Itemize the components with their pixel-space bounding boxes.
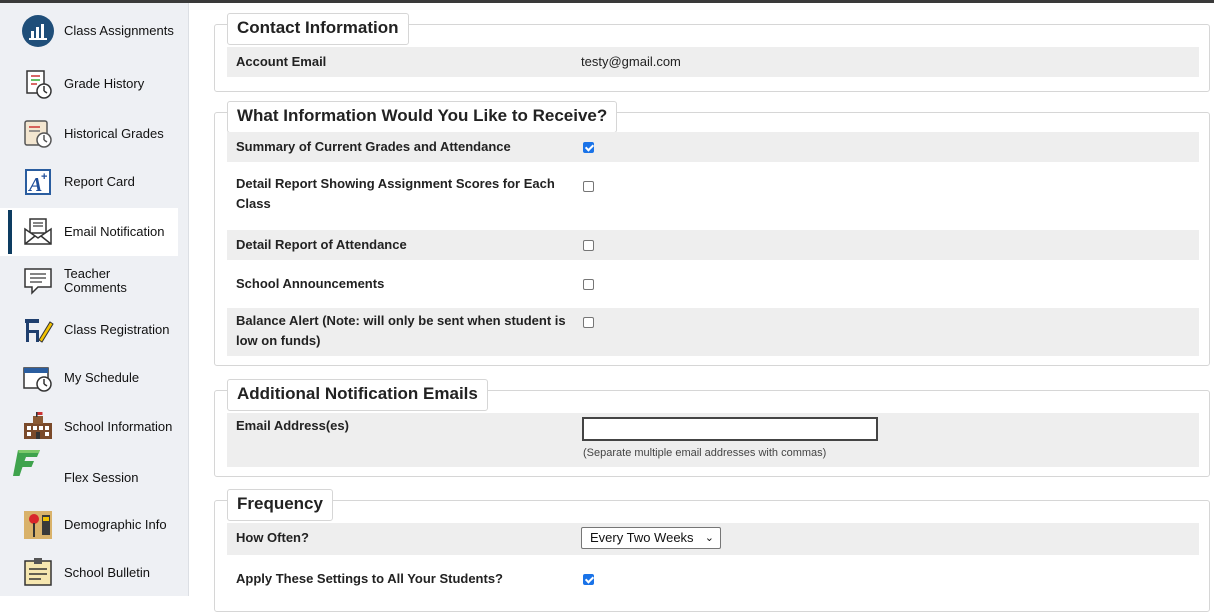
sidebar-item-label: School Bulletin (64, 565, 150, 580)
apply-all-students-checkbox[interactable] (583, 574, 594, 585)
receive-option-row: Detail Report of Attendance (227, 230, 1199, 260)
grade-history-icon (26, 70, 52, 99)
account-email-row: Account Email testy@gmail.com (227, 47, 1199, 77)
receive-option-label: Balance Alert (Note: will only be sent w… (236, 313, 566, 348)
sidebar-item-grade-history[interactable]: Grade History (0, 60, 178, 108)
receive-option-row: Detail Report Showing Assignment Scores … (227, 169, 1199, 219)
sidebar-item-label: Report Card (64, 174, 135, 189)
sidebar-item-class-assignments[interactable]: Class Assignments (0, 7, 178, 55)
sidebar-item-school-bulletin[interactable]: School Bulletin (0, 549, 178, 597)
sidebar-item-label: Email Notification (64, 224, 165, 239)
how-often-value: Every Two Weeks (590, 530, 694, 545)
sidebar-item-label: My Schedule (64, 370, 140, 385)
account-email-label: Account Email (236, 54, 327, 69)
section-title: What Information Would You Like to Recei… (227, 101, 618, 133)
receive-option-label: Detail Report of Attendance (236, 237, 407, 252)
class-assignments-icon (22, 15, 54, 47)
receive-information-section: What Information Would You Like to Recei… (214, 101, 1210, 366)
sidebar-item-teacher-comments[interactable]: Teacher Comments (0, 257, 178, 305)
email-address-label: Email Address(es) (236, 418, 349, 433)
apply-all-row: Apply These Settings to All Your Student… (227, 564, 1199, 594)
receive-option-row: Summary of Current Grades and Attendance (227, 132, 1199, 162)
report-card-icon: A + (25, 169, 51, 196)
my-schedule-icon (23, 367, 52, 392)
historical-grades-icon (24, 120, 52, 148)
sidebar-item-historical-grades[interactable]: Historical Grades (0, 110, 178, 158)
detail-attendance-checkbox[interactable] (583, 240, 594, 251)
main-content: Contact Information Account Email testy@… (214, 3, 1210, 612)
sidebar-item-demographic-info[interactable]: Demographic Info (0, 501, 178, 549)
sidebar-item-email-notification[interactable]: Email Notification (0, 208, 178, 256)
summary-grades-checkbox[interactable] (583, 142, 594, 153)
email-address-input[interactable] (582, 417, 878, 441)
contact-information-section: Contact Information Account Email testy@… (214, 13, 1210, 92)
flex-session-icon (13, 450, 40, 476)
demographic-info-icon (24, 511, 52, 539)
sidebar-item-label: Class Assignments (64, 23, 174, 38)
class-registration-icon (25, 319, 54, 343)
sidebar-item-my-schedule[interactable]: My Schedule (0, 354, 178, 402)
sidebar-item-label: Historical Grades (64, 126, 164, 141)
section-title: Contact Information (227, 13, 409, 45)
sidebar-item-label: Grade History (64, 76, 145, 91)
sidebar-item-label: Teacher Comments (64, 266, 127, 295)
teacher-comments-icon (24, 268, 52, 295)
how-often-label: How Often? (236, 530, 309, 545)
section-title: Additional Notification Emails (227, 379, 488, 411)
email-address-row: Email Address(es) (Separate multiple ema… (227, 413, 1199, 467)
receive-option-label: Detail Report Showing Assignment Scores … (236, 176, 555, 211)
sidebar-item-label: Demographic Info (64, 517, 167, 532)
sidebar-item-flex-session[interactable]: Flex Session (0, 450, 178, 502)
receive-option-row: School Announcements (227, 269, 1199, 299)
sidebar-nav: Class Assignments Grade History Historic… (0, 3, 189, 596)
email-notification-icon (24, 218, 52, 245)
email-address-hint: (Separate multiple email addresses with … (583, 447, 827, 459)
frequency-section: Frequency How Often? Every Two Weeks ⌄ A… (214, 489, 1210, 612)
school-announcements-checkbox[interactable] (583, 279, 594, 290)
receive-option-label: School Announcements (236, 276, 385, 291)
how-often-row: How Often? Every Two Weeks ⌄ (227, 523, 1199, 555)
chevron-down-icon: ⌄ (704, 532, 714, 544)
balance-alert-checkbox[interactable] (583, 317, 594, 328)
sidebar-item-label: Class Registration (64, 322, 170, 337)
receive-option-label: Summary of Current Grades and Attendance (236, 139, 511, 154)
sidebar-item-school-information[interactable]: School Information (0, 403, 178, 451)
additional-emails-section: Additional Notification Emails Email Add… (214, 379, 1210, 477)
receive-option-row: Balance Alert (Note: will only be sent w… (227, 308, 1199, 356)
svg-text:+: + (41, 171, 47, 183)
sidebar-item-report-card[interactable]: A + Report Card (0, 158, 178, 206)
sidebar-item-label: School Information (64, 419, 173, 434)
school-bulletin-icon (24, 558, 52, 586)
sidebar-item-class-registration[interactable]: Class Registration (0, 306, 178, 354)
school-information-icon (24, 412, 52, 439)
how-often-select[interactable]: Every Two Weeks ⌄ (581, 527, 721, 549)
account-email-value: testy@gmail.com (581, 54, 681, 69)
detail-assignment-scores-checkbox[interactable] (583, 181, 594, 192)
apply-all-label: Apply These Settings to All Your Student… (236, 571, 504, 586)
sidebar-item-label: Flex Session (64, 470, 139, 485)
section-title: Frequency (227, 489, 333, 521)
